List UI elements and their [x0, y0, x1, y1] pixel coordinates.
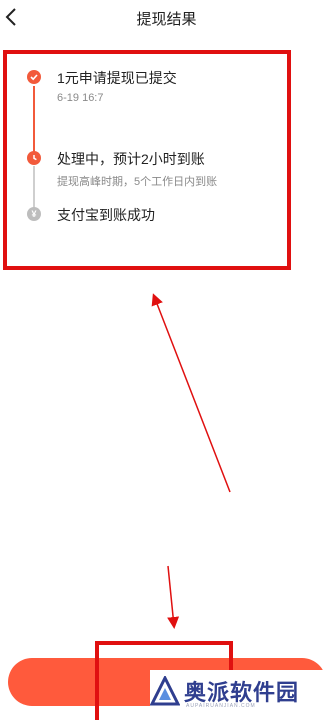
- top-bar: 提现结果: [0, 0, 333, 36]
- arrow-to-button: [167, 565, 180, 629]
- aupai-logo-icon: [150, 676, 180, 706]
- page-title: 提现结果: [136, 11, 197, 28]
- arrow-to-timeline: [151, 293, 231, 493]
- highlight-box-timeline: [3, 50, 291, 270]
- watermark-subtext: AUPAIRUANJIAN.COM: [186, 703, 256, 709]
- watermark: 奥派软件园 AUPAIRUANJIAN.COM: [150, 670, 333, 720]
